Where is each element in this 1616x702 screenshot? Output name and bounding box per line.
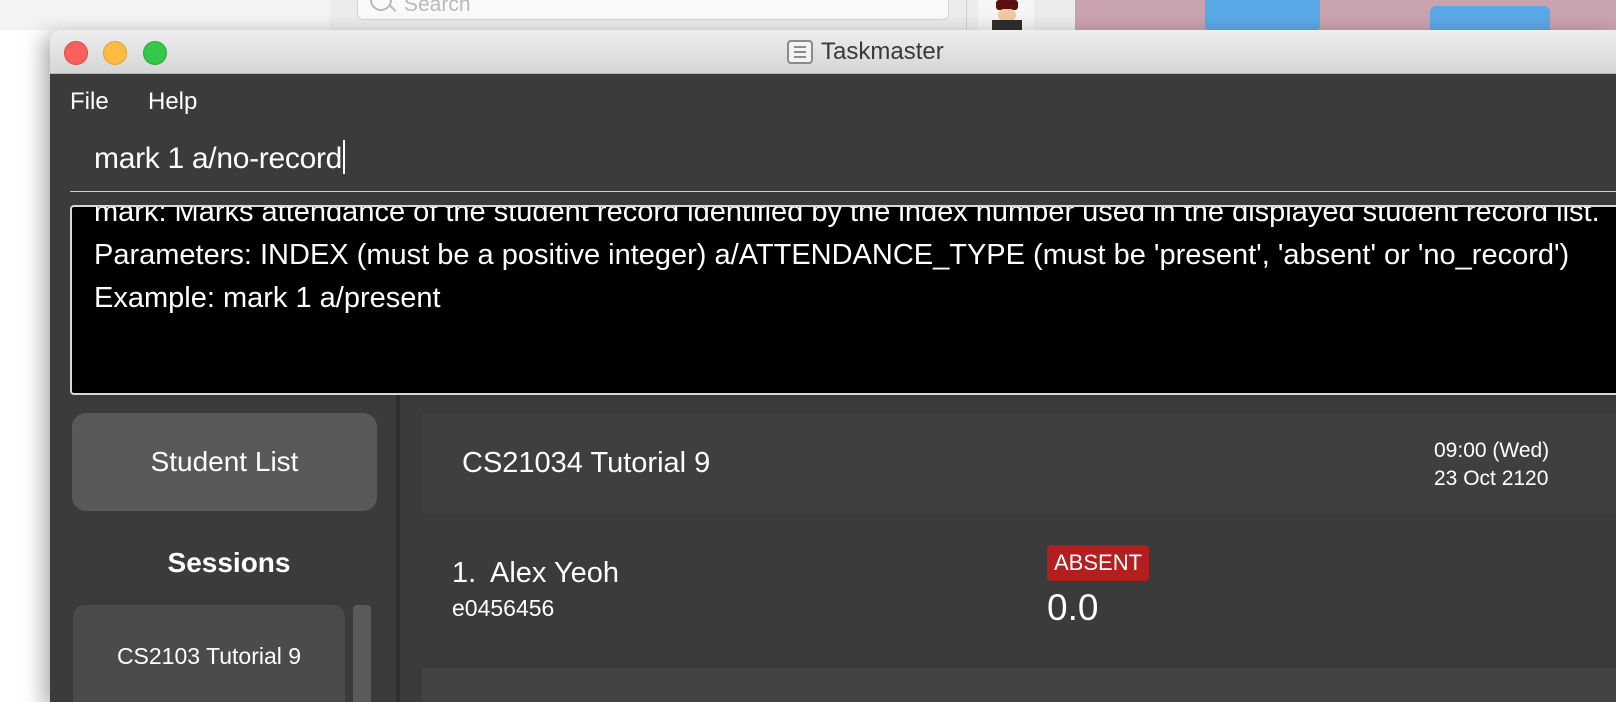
- student-name: Alex Yeoh: [490, 557, 620, 589]
- sidebar: Student List Sessions CS2103 Tutorial 9: [50, 395, 400, 702]
- maximize-window-button[interactable]: [143, 41, 167, 65]
- session-list-item[interactable]: CS2103 Tutorial 9: [73, 605, 345, 702]
- minimize-window-button[interactable]: [103, 41, 127, 65]
- command-input-value: mark 1 a/no-record: [94, 142, 343, 175]
- student-list-button[interactable]: Student List: [72, 413, 377, 511]
- sidebar-divider: [396, 395, 400, 702]
- background-character-thumbnail: [978, 0, 1034, 30]
- background-search-placeholder: Search: [404, 0, 471, 16]
- command-input[interactable]: mark 1 a/no-record: [94, 140, 346, 176]
- attendance-status-badge: ABSENT: [1047, 545, 1150, 581]
- student-record-row[interactable]: 1. Alex Yeoh e0456456 ABSENT 0.0: [422, 513, 1616, 668]
- title-bar[interactable]: Taskmaster: [50, 30, 1616, 74]
- app-window: Taskmaster File Help mark 1 a/no-record …: [50, 30, 1616, 702]
- menu-bar: File Help: [50, 74, 1616, 130]
- background-finder-pane: [0, 0, 330, 30]
- menu-help[interactable]: Help: [148, 88, 197, 116]
- text-cursor: [343, 140, 346, 174]
- result-display[interactable]: mark: Marks attendance of the student re…: [70, 205, 1616, 395]
- window-title: Taskmaster: [821, 38, 944, 65]
- session-datetime: 09:00 (Wed) 23 Oct 2120: [1434, 437, 1549, 493]
- student-id: e0456456: [452, 595, 555, 621]
- background-divider: [966, 0, 967, 30]
- participation-score: 0.0: [1047, 587, 1099, 628]
- session-header: CS21034 Tutorial 9 09:00 (Wed) 23 Oct 21…: [422, 413, 1616, 513]
- session-list-item-label: CS2103 Tutorial 9: [116, 643, 302, 669]
- background-search-field: Search: [357, 0, 949, 20]
- taskmaster-app-icon: [787, 40, 813, 64]
- session-time: 09:00 (Wed): [1434, 439, 1550, 462]
- student-record-row-partial[interactable]: [422, 668, 1616, 702]
- content-area: Student List Sessions CS2103 Tutorial 9 …: [50, 395, 1616, 702]
- menu-file[interactable]: File: [70, 88, 109, 116]
- session-date: 23 Oct 2120: [1434, 467, 1549, 490]
- result-display-text: mark: Marks attendance of the student re…: [94, 205, 1600, 314]
- command-box[interactable]: mark 1 a/no-record: [70, 130, 1616, 192]
- close-window-button[interactable]: [64, 41, 88, 65]
- background-photo: [1075, 0, 1616, 30]
- student-list-button-label: Student List: [150, 446, 299, 477]
- sessions-scrollbar[interactable]: [353, 605, 371, 702]
- sessions-heading: Sessions: [167, 547, 291, 578]
- record-index: 1.: [452, 557, 477, 589]
- session-title: CS21034 Tutorial 9: [462, 447, 711, 479]
- session-panel: CS21034 Tutorial 9 09:00 (Wed) 23 Oct 21…: [422, 413, 1616, 702]
- search-icon: [370, 0, 392, 11]
- window-title-group: Taskmaster: [787, 37, 944, 67]
